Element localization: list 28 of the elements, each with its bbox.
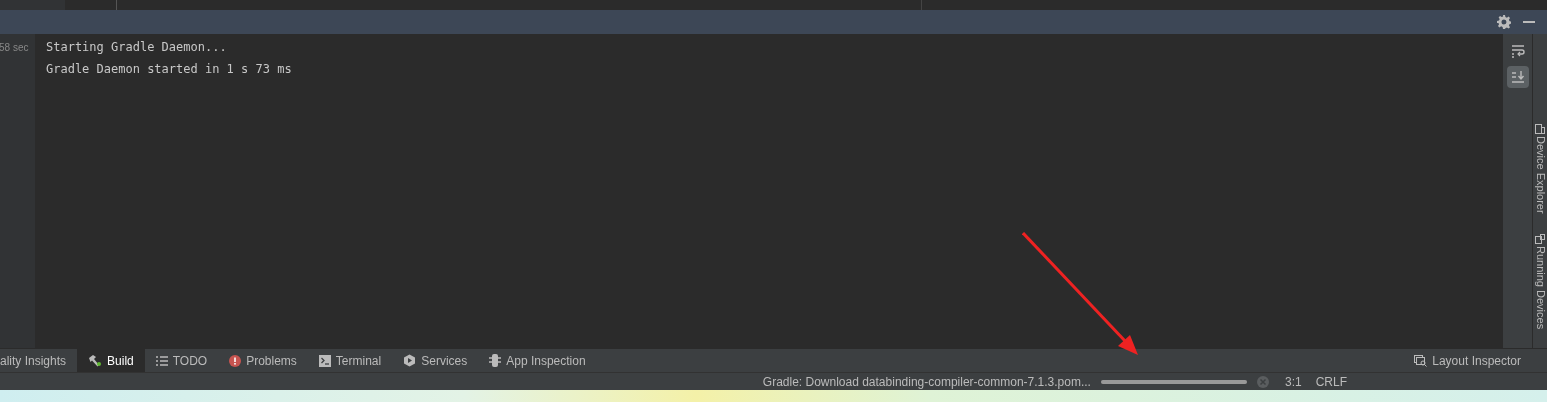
console-line: Gradle Daemon started in 1 s 73 ms xyxy=(46,61,293,78)
console-line: Starting Gradle Daemon... xyxy=(46,39,228,56)
hammer-icon xyxy=(88,354,103,367)
terminal-icon xyxy=(318,354,331,367)
elapsed-time: 58 sec xyxy=(0,41,30,55)
tool-tab[interactable]: TODO xyxy=(144,349,219,372)
device-icon xyxy=(1535,124,1545,134)
tool-tab[interactable]: ality Insights xyxy=(0,349,78,372)
error-icon xyxy=(229,354,242,367)
tool-tab[interactable]: Problems xyxy=(218,349,308,372)
caret-position[interactable]: 3:1 xyxy=(1284,372,1302,391)
settings-icon[interactable] xyxy=(1497,15,1511,29)
tool-tab[interactable]: Terminal xyxy=(307,349,393,372)
line-separator[interactable]: CRLF xyxy=(1315,372,1347,391)
list-icon xyxy=(155,355,168,366)
side-tab[interactable]: Device Explorer xyxy=(1533,136,1547,214)
inspector-icon xyxy=(1414,354,1428,367)
tool-tab[interactable]: Services xyxy=(392,349,479,372)
side-tab[interactable]: Running Devices xyxy=(1533,245,1547,329)
tool-tab[interactable]: App Inspection xyxy=(478,349,597,372)
scroll-down-icon xyxy=(1510,70,1525,84)
status-task[interactable]: Gradle: Download databinding-compiler-common-7.1.3.pom... xyxy=(762,372,1091,391)
play-icon xyxy=(403,354,417,367)
scroll-to-end-button[interactable] xyxy=(1506,66,1529,88)
tool-tab[interactable]: Build xyxy=(77,349,145,372)
wrap-icon xyxy=(1510,44,1525,58)
devices-icon xyxy=(1535,233,1545,244)
tool-tab[interactable]: Layout Inspector xyxy=(1432,351,1521,370)
